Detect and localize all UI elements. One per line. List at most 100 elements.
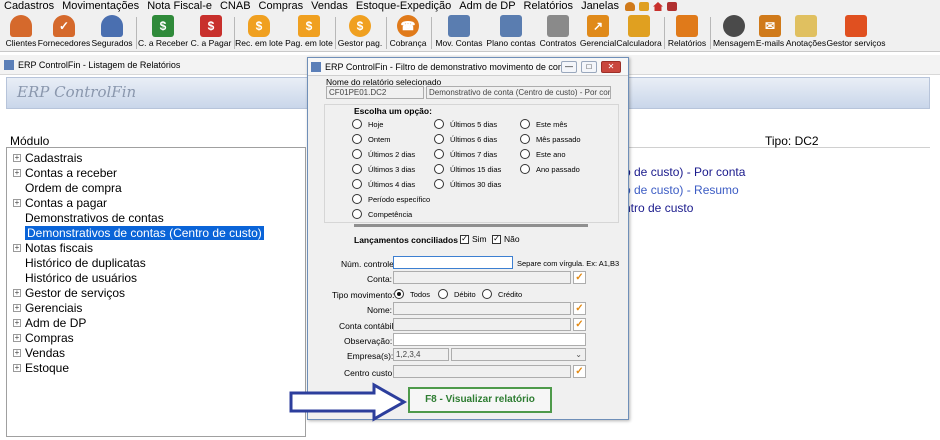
report-item-por-conta[interactable]: o de custo) - Por conta	[624, 165, 745, 179]
period-ultimos-2[interactable]: Últimos 2 dias	[352, 149, 415, 159]
radio-icon[interactable]	[520, 164, 530, 174]
contratos-button[interactable]: Contratos	[539, 15, 577, 51]
check-select-icon[interactable]: ✓	[573, 318, 586, 331]
conciliados-sim[interactable]: ✓ Sim	[460, 234, 487, 244]
radio-icon[interactable]	[352, 164, 362, 174]
tree-item[interactable]: + Gerenciais	[13, 300, 82, 315]
period-ultimos-6[interactable]: Últimos 6 dias	[434, 134, 497, 144]
menu-cnab[interactable]: CNAB	[216, 0, 255, 13]
tree-item[interactable]: + Adm de DP	[13, 315, 86, 330]
menu-cadastros[interactable]: Cadastros	[0, 0, 58, 13]
clientes-button[interactable]: Clientes	[5, 15, 37, 51]
expand-icon[interactable]: +	[13, 303, 21, 312]
radio-icon[interactable]	[520, 134, 530, 144]
radio-icon[interactable]	[352, 119, 362, 129]
conciliados-nao[interactable]: ✓ Não	[492, 234, 520, 244]
period-especifico[interactable]: Período específico	[352, 194, 430, 204]
module-tree[interactable]: + Cadastrais + Contas a receber Ordem de c…	[6, 147, 306, 437]
anotacoes-button[interactable]: Anotações	[786, 15, 826, 51]
menu-adm-dp[interactable]: Adm de DP	[455, 0, 519, 13]
home-icon[interactable]	[652, 2, 663, 11]
empresas-combo[interactable]: ⌄	[451, 348, 586, 361]
mensagem-button[interactable]: Mensagem	[713, 15, 755, 51]
period-ultimos-5[interactable]: Últimos 5 dias	[434, 119, 497, 129]
expand-icon[interactable]: +	[13, 198, 21, 207]
tree-item[interactable]: + Estoque	[13, 360, 69, 375]
pag-lote-button[interactable]: $ Pag. em lote	[285, 15, 333, 51]
tree-item-selected[interactable]: Demonstrativos de contas (Centro de cust…	[13, 225, 264, 240]
mov-contas-button[interactable]: Mov. Contas	[435, 15, 483, 51]
period-ultimos-3[interactable]: Últimos 3 dias	[352, 164, 415, 174]
conta-field[interactable]	[393, 271, 571, 284]
exit-icon[interactable]	[666, 2, 677, 11]
expand-icon[interactable]: +	[13, 318, 21, 327]
maximize-button[interactable]: □	[581, 61, 597, 73]
report-item-resumo[interactable]: o de custo) - Resumo	[624, 183, 739, 197]
checkbox-checked-icon[interactable]: ✓	[492, 234, 501, 244]
expand-icon[interactable]: +	[13, 363, 21, 372]
tree-item[interactable]: Histórico de usuários	[13, 270, 137, 285]
period-hoje[interactable]: Hoje	[352, 119, 383, 129]
tree-item[interactable]: + Notas fiscais	[13, 240, 93, 255]
radio-icon[interactable]	[352, 194, 362, 204]
user-icon[interactable]	[624, 2, 635, 11]
gestor-servicos-button[interactable]: Gestor serviços	[826, 15, 886, 51]
expand-icon[interactable]: +	[13, 348, 21, 357]
segurados-button[interactable]: Segurados	[91, 15, 133, 51]
expand-icon[interactable]: +	[13, 333, 21, 342]
fornecedores-button[interactable]: ✓ Fornecedores	[38, 15, 90, 51]
period-ultimos-30[interactable]: Últimos 30 dias	[434, 179, 501, 189]
relatorios-button[interactable]: Relatórios	[668, 15, 706, 51]
radio-icon[interactable]	[482, 289, 492, 299]
nome-field[interactable]	[393, 302, 571, 315]
rec-lote-button[interactable]: $ Rec. em lote	[235, 15, 283, 51]
observacao-input[interactable]	[393, 333, 586, 346]
plano-contas-button[interactable]: Plano contas	[486, 15, 536, 51]
cobranca-button[interactable]: ☎ Cobrança	[389, 15, 427, 51]
chevron-down-icon[interactable]: ⌄	[575, 349, 582, 360]
expand-icon[interactable]: +	[13, 168, 21, 177]
radio-icon[interactable]	[434, 134, 444, 144]
radio-icon[interactable]	[352, 179, 362, 189]
tree-item[interactable]: + Cadastrais	[13, 150, 82, 165]
radio-icon[interactable]	[352, 149, 362, 159]
tree-item[interactable]: + Compras	[13, 330, 74, 345]
expand-icon[interactable]: +	[13, 153, 21, 162]
gestor-pag-button[interactable]: $ Gestor pag.	[338, 15, 382, 51]
contas-pagar-button[interactable]: $ C. a Pagar	[190, 15, 232, 51]
tipo-debito[interactable]: Débito	[438, 289, 476, 299]
radio-icon[interactable]	[434, 164, 444, 174]
menu-vendas[interactable]: Vendas	[307, 0, 352, 13]
radio-icon[interactable]	[520, 149, 530, 159]
tree-item[interactable]: + Contas a pagar	[13, 195, 107, 210]
tree-item[interactable]: + Contas a receber	[13, 165, 117, 180]
tree-item[interactable]: Histórico de duplicatas	[13, 255, 146, 270]
empresas-field[interactable]: 1,2,3,4	[393, 348, 449, 361]
tipo-credito[interactable]: Crédito	[482, 289, 522, 299]
emails-button[interactable]: ✉ E-mails	[756, 15, 784, 51]
radio-icon[interactable]	[352, 209, 362, 219]
gerencial-button[interactable]: ↗ Gerencial	[580, 15, 616, 51]
period-ano-passado[interactable]: Ano passado	[520, 164, 580, 174]
check-select-icon[interactable]: ✓	[573, 365, 586, 378]
conta-contabil-field[interactable]	[393, 318, 571, 331]
tree-item[interactable]: + Vendas	[13, 345, 65, 360]
period-mes-passado[interactable]: Mês passado	[520, 134, 581, 144]
period-ultimos-15[interactable]: Últimos 15 dias	[434, 164, 501, 174]
period-este-ano[interactable]: Este ano	[520, 149, 566, 159]
radio-icon[interactable]	[434, 119, 444, 129]
period-ontem[interactable]: Ontem	[352, 134, 391, 144]
period-este-mes[interactable]: Este mês	[520, 119, 567, 129]
report-item-centro-custo[interactable]: ntro de custo	[624, 201, 693, 215]
menu-relatorios[interactable]: Relatórios	[520, 0, 578, 13]
check-select-icon[interactable]: ✓	[573, 302, 586, 315]
lock-icon[interactable]	[638, 2, 649, 11]
radio-icon[interactable]	[520, 119, 530, 129]
expand-icon[interactable]: +	[13, 288, 21, 297]
tree-item[interactable]: + Gestor de serviços	[13, 285, 125, 300]
menu-nota-fiscal[interactable]: Nota Fiscal-e	[143, 0, 216, 13]
period-ultimos-7[interactable]: Últimos 7 dias	[434, 149, 497, 159]
radio-selected-icon[interactable]	[394, 289, 404, 299]
minimize-button[interactable]: —	[561, 61, 577, 73]
menu-compras[interactable]: Compras	[255, 0, 308, 13]
